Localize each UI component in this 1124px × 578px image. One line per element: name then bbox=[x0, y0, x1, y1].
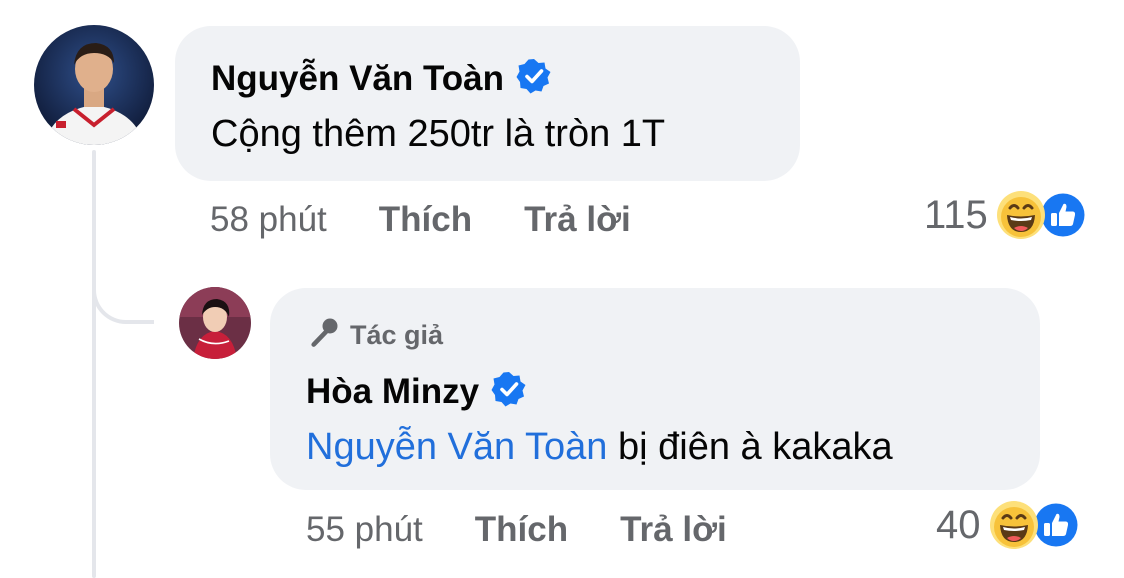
reaction-count: 40 bbox=[936, 502, 981, 547]
verified-badge-icon bbox=[516, 58, 552, 99]
timestamp[interactable]: 55 phút bbox=[306, 510, 423, 550]
reply-text-body: bị điên à kakaka bbox=[607, 426, 893, 468]
microphone-icon bbox=[306, 316, 340, 355]
thread-line-branch bbox=[92, 240, 154, 324]
reply-header: Hòa Minzy bbox=[306, 371, 1004, 412]
reply-actions: 55 phút Thích Trả lời bbox=[306, 510, 727, 550]
haha-icon bbox=[989, 500, 1039, 550]
thread-line bbox=[92, 150, 96, 578]
timestamp[interactable]: 58 phút bbox=[210, 200, 327, 240]
author-name[interactable]: Nguyễn Văn Toàn bbox=[211, 61, 504, 96]
author-badge-label: Tác giả bbox=[350, 320, 444, 350]
comment-header: Nguyễn Văn Toàn bbox=[211, 58, 764, 99]
comment-text: Cộng thêm 250tr là tròn 1T bbox=[211, 113, 666, 155]
like-button[interactable]: Thích bbox=[475, 510, 568, 550]
comment-actions: 58 phút Thích Trả lời bbox=[210, 200, 631, 240]
reply-button[interactable]: Trả lời bbox=[620, 510, 727, 550]
comment-bubble: Nguyễn Văn Toàn Cộng thêm 250tr là tròn … bbox=[175, 26, 800, 181]
reaction-summary[interactable]: 115 bbox=[924, 190, 1088, 240]
reaction-count: 115 bbox=[924, 192, 988, 237]
avatar[interactable] bbox=[179, 287, 251, 359]
like-button[interactable]: Thích bbox=[379, 200, 472, 240]
reaction-summary[interactable]: 40 bbox=[936, 500, 1081, 550]
haha-icon bbox=[996, 190, 1046, 240]
author-badge: Tác giả bbox=[306, 316, 1004, 355]
author-name[interactable]: Hòa Minzy bbox=[306, 374, 479, 409]
avatar[interactable] bbox=[34, 25, 154, 145]
reply-text: Nguyễn Văn Toàn bị điên à kakaka bbox=[306, 428, 1004, 466]
mention-link[interactable]: Nguyễn Văn Toàn bbox=[306, 426, 607, 468]
reply-bubble: Tác giả Hòa Minzy Nguyễn Văn Toàn bị điê… bbox=[270, 288, 1040, 490]
verified-badge-icon bbox=[491, 371, 527, 412]
reply-button[interactable]: Trả lời bbox=[524, 200, 631, 240]
